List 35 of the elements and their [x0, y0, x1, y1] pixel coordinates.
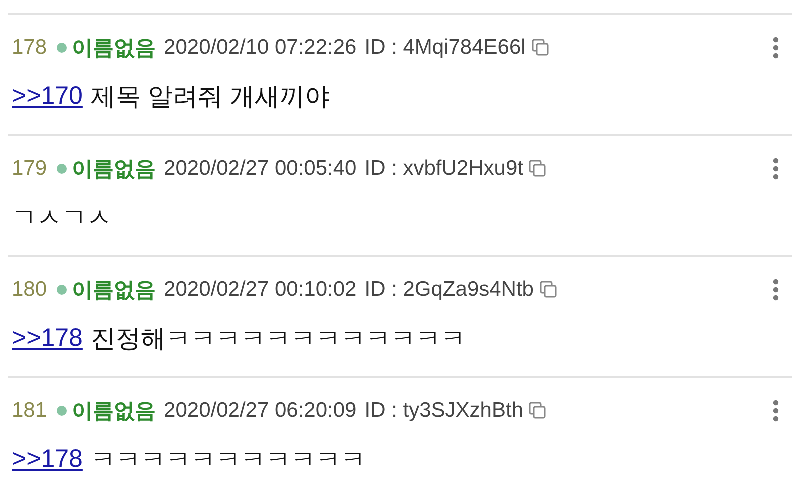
- post-number: 181: [12, 399, 48, 423]
- copy-icon[interactable]: [540, 281, 558, 299]
- post-text: ㄱㅅㄱㅅ: [12, 202, 112, 234]
- user-id: ID : 4Mqi784E66l: [364, 36, 526, 60]
- post-date: 2020/02/27 00:05:40: [164, 157, 357, 181]
- author-name: 이름없음: [72, 278, 156, 304]
- post-number: 178: [12, 36, 48, 60]
- copy-icon[interactable]: [532, 39, 550, 57]
- user-id: ID : ty3SJXzhBth: [364, 399, 524, 423]
- post-number: 180: [12, 278, 48, 302]
- reply-link[interactable]: >>178: [12, 324, 83, 352]
- author-name: 이름없음: [72, 157, 156, 183]
- status-dot: [57, 406, 68, 416]
- post-number: 179: [12, 157, 48, 181]
- post-text: 제목 알려줘 개새끼야: [90, 82, 330, 112]
- more-icon[interactable]: [772, 37, 780, 59]
- copy-icon[interactable]: [529, 160, 548, 178]
- user-id: ID : 2GqZa9s4Ntb: [364, 278, 534, 302]
- post-date: 2020/02/10 07:22:26: [164, 36, 357, 60]
- status-dot: [57, 164, 68, 174]
- copy-icon[interactable]: [529, 402, 548, 420]
- author-name: 이름없음: [72, 399, 156, 425]
- post-text: ㅋㅋㅋㅋㅋㅋㅋㅋㅋㅋㅋ: [90, 444, 366, 476]
- more-icon[interactable]: [772, 158, 780, 180]
- more-icon[interactable]: [772, 279, 780, 301]
- more-icon[interactable]: [772, 400, 780, 422]
- status-dot: [57, 43, 68, 53]
- status-dot: [57, 285, 68, 295]
- post-text: 진정해ㅋㅋㅋㅋㅋㅋㅋㅋㅋㅋㅋㅋ: [90, 324, 466, 354]
- post-date: 2020/02/27 00:10:02: [164, 278, 357, 302]
- post-date: 2020/02/27 06:20:09: [164, 399, 357, 423]
- reply-link[interactable]: >>178: [12, 444, 83, 474]
- author-name: 이름없음: [72, 36, 156, 62]
- user-id: ID : xvbfU2Hxu9t: [364, 157, 524, 181]
- reply-link[interactable]: >>170: [12, 82, 83, 110]
